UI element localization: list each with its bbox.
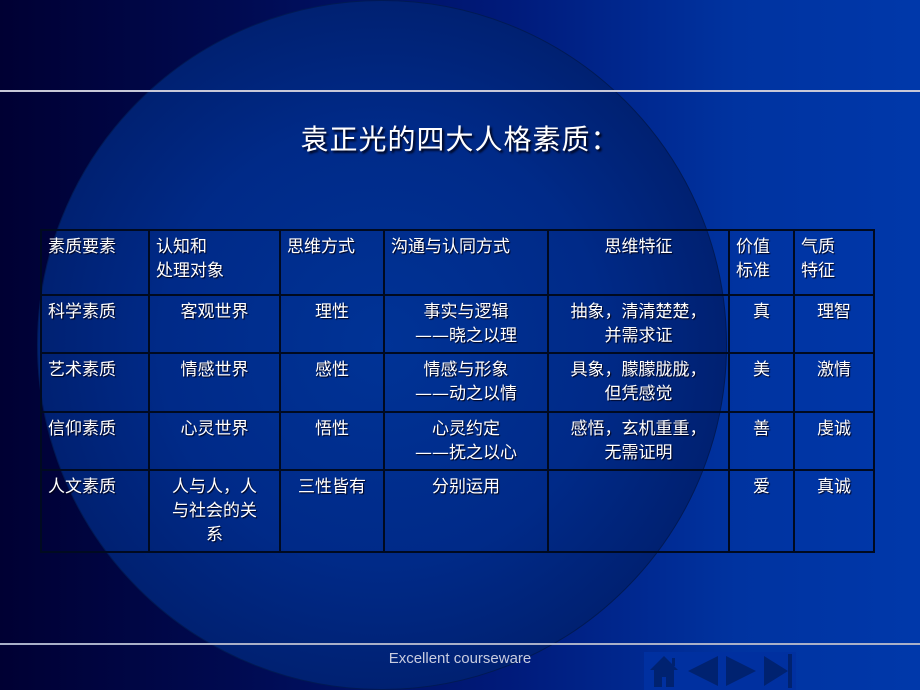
feature-cell <box>547 469 730 553</box>
value-cell: 真 <box>728 294 795 354</box>
value-cell: 善 <box>728 411 795 471</box>
communication-cell: 情感与形象 ——动之以情 <box>383 352 549 413</box>
bottom-divider <box>0 643 920 645</box>
last-slide-button[interactable] <box>762 654 794 688</box>
object-cell: 情感世界 <box>148 352 281 413</box>
header-cell: 沟通与认同方式 <box>383 229 549 296</box>
value-cell: 爱 <box>728 469 795 553</box>
header-cell: 价值 标准 <box>728 229 795 296</box>
home-icon <box>650 656 678 687</box>
temperament-cell: 真诚 <box>793 469 875 553</box>
element-cell: 信仰素质 <box>40 411 150 471</box>
thinking-cell: 三性皆有 <box>279 469 385 553</box>
element-cell: 艺术素质 <box>40 352 150 413</box>
slide-navigation-bar <box>644 652 796 690</box>
header-cell: 思维方式 <box>279 229 385 296</box>
temperament-cell: 虔诚 <box>793 411 875 471</box>
header-cell: 素质要素 <box>40 229 150 296</box>
previous-slide-button[interactable] <box>686 654 720 688</box>
top-divider <box>0 90 920 92</box>
footer-text: Excellent courseware <box>388 650 532 667</box>
triangle-right-icon <box>726 656 756 686</box>
personality-qualities-table: 素质要素 认知和 处理对象 思维方式 沟通与认同方式 思维特征 价值 标准 气质 特征… <box>40 229 875 553</box>
element-cell: 人文素质 <box>40 469 150 553</box>
element-cell: 科学素质 <box>40 294 150 354</box>
home-button[interactable] <box>648 654 680 688</box>
object-cell: 心灵世界 <box>148 411 281 471</box>
value-cell: 美 <box>728 352 795 413</box>
communication-cell: 事实与逻辑 ——晓之以理 <box>383 294 549 354</box>
feature-cell: 感悟，玄机重重， 无需证明 <box>547 411 730 471</box>
table-row: 人文素质 人与人，人 与社会的关系 三性皆有 分别运用 爱 真诚 <box>40 469 875 553</box>
table-header-row: 素质要素 认知和 处理对象 思维方式 沟通与认同方式 思维特征 价值 标准 气质 特征 <box>40 229 875 296</box>
feature-cell: 抽象，清清楚楚， 并需求证 <box>547 294 730 354</box>
feature-cell: 具象，朦朦胧胧， 但凭感觉 <box>547 352 730 413</box>
skip-end-icon <box>764 654 792 688</box>
next-slide-button[interactable] <box>724 654 758 688</box>
header-cell: 认知和 处理对象 <box>148 229 281 296</box>
thinking-cell: 感性 <box>279 352 385 413</box>
thinking-cell: 悟性 <box>279 411 385 471</box>
table-row: 科学素质 客观世界 理性 事实与逻辑 ——晓之以理 抽象，清清楚楚， 并需求证 真 … <box>40 294 875 354</box>
thinking-cell: 理性 <box>279 294 385 354</box>
slide-title: 袁正光的四大人格素质： <box>300 123 620 156</box>
communication-cell: 分别运用 <box>383 469 549 553</box>
triangle-left-icon <box>688 656 718 686</box>
temperament-cell: 理智 <box>793 294 875 354</box>
object-cell: 客观世界 <box>148 294 281 354</box>
table-row: 艺术素质 情感世界 感性 情感与形象 ——动之以情 具象，朦朦胧胧， 但凭感觉 美 … <box>40 352 875 413</box>
header-cell: 思维特征 <box>547 229 730 296</box>
object-cell: 人与人，人 与社会的关系 <box>148 469 281 553</box>
temperament-cell: 激情 <box>793 352 875 413</box>
table-row: 信仰素质 心灵世界 悟性 心灵约定 ——抚之以心 感悟，玄机重重， 无需证明 善 虔… <box>40 411 875 471</box>
header-cell: 气质 特征 <box>793 229 875 296</box>
communication-cell: 心灵约定 ——抚之以心 <box>383 411 549 471</box>
